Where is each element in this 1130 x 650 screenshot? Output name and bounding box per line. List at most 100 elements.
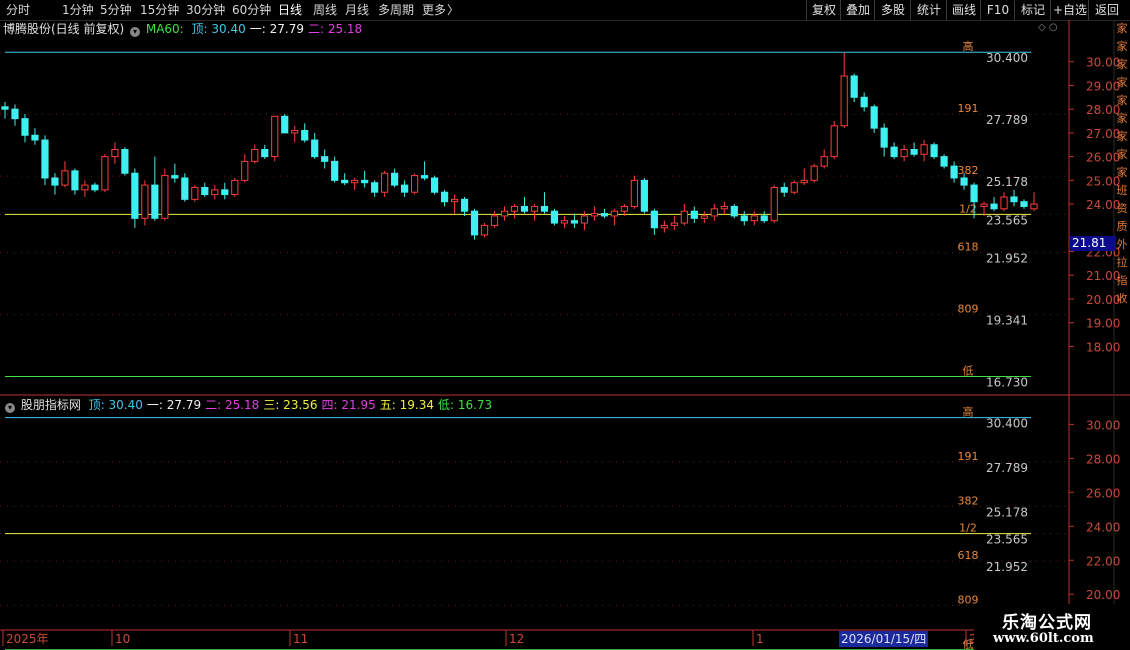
candle-body-75 xyxy=(750,215,758,222)
side-strip[interactable]: 家家家家家家家家家班资质外拉指收 xyxy=(1114,20,1130,650)
candle-body-87 xyxy=(870,106,878,129)
candle-body-17 xyxy=(171,175,179,179)
side-tab-6[interactable]: 家 xyxy=(1114,128,1130,146)
sub-fib-tag-0: 高 xyxy=(963,405,974,419)
sub_panel-legend-3: 三: 23.56 xyxy=(263,398,318,412)
function-button-5[interactable]: F10 xyxy=(980,0,1015,20)
sub-fib-tag-4: 618 xyxy=(958,549,979,562)
side-tab-1[interactable]: 家 xyxy=(1114,38,1130,56)
side-tab-9[interactable]: 班 xyxy=(1114,182,1130,200)
candle-body-50 xyxy=(500,210,509,217)
candle-body-21 xyxy=(211,189,219,196)
tab-5[interactable]: 60分钟 xyxy=(232,1,271,19)
side-tab-3[interactable]: 家 xyxy=(1114,74,1130,92)
candle-body-79 xyxy=(790,182,798,193)
candle-body-101 xyxy=(1010,196,1018,203)
candle-body-8 xyxy=(81,184,89,191)
function-button-8[interactable]: 返回 xyxy=(1088,0,1125,20)
function-button-0[interactable]: 复权 xyxy=(806,0,841,20)
main-fib-tag-0: 高 xyxy=(963,39,974,53)
tab-6[interactable]: 日线 xyxy=(278,1,302,19)
side-tab-15[interactable]: 收 xyxy=(1114,290,1130,308)
candle-body-4 xyxy=(41,139,49,179)
side-tab-2[interactable]: 家 xyxy=(1114,56,1130,74)
candle-body-76 xyxy=(760,215,768,222)
candle-body-43 xyxy=(430,177,439,193)
candle-body-32 xyxy=(321,156,329,162)
main-fib-value-4: 21.952 xyxy=(986,252,1028,266)
settings-icon[interactable]: ▾ xyxy=(5,403,15,413)
main-fib-value-0: 30.400 xyxy=(986,51,1028,65)
candle-body-81 xyxy=(810,165,818,181)
candlesticks xyxy=(1,52,1038,240)
panel-controls[interactable]: ◇ ○ xyxy=(1038,22,1058,33)
indicator-title[interactable]: 股朋指标网 xyxy=(21,398,81,412)
side-tab-12[interactable]: 外 xyxy=(1114,236,1130,254)
tab-2[interactable]: 5分钟 xyxy=(100,1,132,19)
indicator-name[interactable]: MA60: xyxy=(146,22,184,36)
current-price-tag: 21.81 xyxy=(1070,236,1116,251)
function-button-4[interactable]: 画线 xyxy=(946,0,981,20)
candle-body-86 xyxy=(860,96,868,108)
function-button-7[interactable]: +自选 xyxy=(1050,0,1089,20)
side-tab-7[interactable]: 家 xyxy=(1114,146,1130,164)
candle-body-1 xyxy=(11,108,19,120)
side-tab-11[interactable]: 质 xyxy=(1114,218,1130,236)
candle-body-84 xyxy=(840,75,848,127)
grid-lines xyxy=(0,113,1068,606)
function-button-2[interactable]: 多股 xyxy=(874,0,911,20)
more-arrow-icon[interactable]: 〉 xyxy=(447,1,459,19)
candle-body-82 xyxy=(820,156,828,167)
function-button-3[interactable]: 统计 xyxy=(910,0,947,20)
close-icon[interactable]: ○ xyxy=(1049,22,1058,33)
candle-body-38 xyxy=(381,172,389,193)
candle-body-66 xyxy=(660,224,668,229)
side-tab-8[interactable]: 家 xyxy=(1114,164,1130,182)
candle-body-7 xyxy=(71,170,79,191)
main-fib-tag-6: 低 xyxy=(963,365,974,378)
candle-body-100 xyxy=(1000,196,1008,210)
main-fib-tag-2: 382 xyxy=(958,164,979,177)
candle-body-88 xyxy=(880,127,888,148)
side-tab-4[interactable]: 家 xyxy=(1114,92,1130,110)
tab-3[interactable]: 15分钟 xyxy=(140,1,179,19)
candle-body-83 xyxy=(830,125,838,158)
diamond-icon[interactable]: ◇ xyxy=(1038,22,1046,33)
tab-1[interactable]: 1分钟 xyxy=(62,1,94,19)
candle-body-96 xyxy=(960,177,968,186)
sub-fib-tag-6: 低 xyxy=(963,638,974,650)
function-button-1[interactable]: 叠加 xyxy=(840,0,875,20)
candle-body-37 xyxy=(371,182,379,193)
candle-body-53 xyxy=(530,205,539,212)
kline-chart[interactable]: 高 30.400 191 27.789 382 25.178 1/2 23.565 618 21.… xyxy=(0,0,1130,650)
tab-8[interactable]: 月线 xyxy=(345,1,369,19)
tab-9[interactable]: 多周期 xyxy=(378,1,414,19)
side-tab-5[interactable]: 家 xyxy=(1114,110,1130,128)
settings-icon[interactable]: ▾ xyxy=(130,27,141,37)
candle-body-102 xyxy=(1020,201,1028,207)
sub-fib-value-4: 21.952 xyxy=(986,560,1028,574)
candle-body-51 xyxy=(510,205,519,212)
sub-fib-tag-1: 191 xyxy=(958,450,979,463)
function-button-6[interactable]: 标记 xyxy=(1014,0,1051,20)
cursor-date: 2026/01/15/四 xyxy=(839,631,929,647)
time-label-0: 2025年 xyxy=(6,632,49,646)
side-tab-0[interactable]: 家 xyxy=(1114,20,1130,38)
fib-levels-sub: 高 30.400 191 27.789 382 25.178 1/2 23.565 618 21.… xyxy=(5,405,1031,650)
tab-4[interactable]: 30分钟 xyxy=(186,1,225,19)
candle-body-44 xyxy=(440,191,449,203)
tab-0[interactable]: 分时 xyxy=(6,1,30,19)
candle-body-62 xyxy=(620,205,628,212)
side-tab-10[interactable]: 资 xyxy=(1114,200,1130,218)
candle-body-49 xyxy=(490,215,499,226)
side-tab-14[interactable]: 指 xyxy=(1114,272,1130,290)
tab-10[interactable]: 更多 xyxy=(422,1,446,19)
candle-body-42 xyxy=(420,175,429,179)
tab-7[interactable]: 周线 xyxy=(313,1,337,19)
candle-body-64 xyxy=(640,179,648,212)
time-label-3: 12 xyxy=(509,632,524,646)
stock-title[interactable]: 博腾股份(日线 前复权) xyxy=(3,22,124,36)
main-fib-value-6: 16.730 xyxy=(986,376,1028,390)
side-tab-13[interactable]: 拉 xyxy=(1114,254,1130,272)
candle-body-18 xyxy=(181,177,189,200)
